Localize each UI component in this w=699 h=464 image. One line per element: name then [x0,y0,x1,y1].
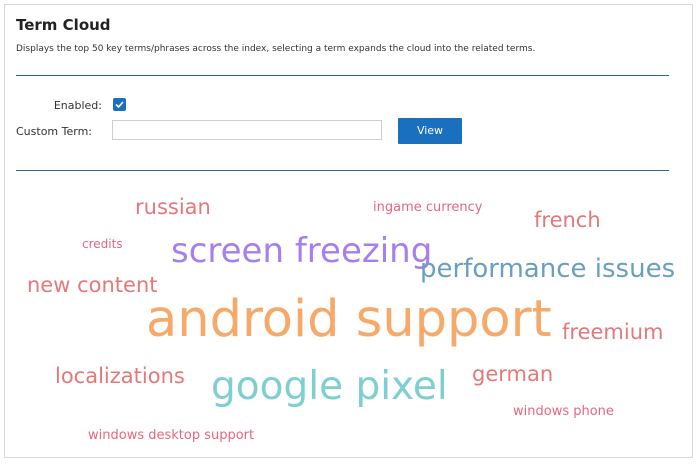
page-description: Displays the top 50 key terms/phrases ac… [16,44,536,54]
view-button[interactable]: View [398,118,462,144]
custom-term-input[interactable] [112,120,382,140]
bottom-divider [16,170,669,171]
term-ingame-currency[interactable]: ingame currency [373,201,483,214]
enabled-label: Enabled: [53,99,102,112]
custom-term-label: Custom Term: [16,125,93,138]
term-localizations[interactable]: localizations [55,366,185,387]
enabled-checkbox[interactable] [113,98,126,111]
checkmark-icon [115,101,124,109]
term-russian[interactable]: russian [135,197,211,218]
term-new-content[interactable]: new content [27,275,157,296]
term-google-pixel[interactable]: google pixel [211,367,448,406]
term-screen-freezing[interactable]: screen freezing [171,234,432,268]
term-german[interactable]: german [472,364,553,385]
page-title: Term Cloud [16,16,111,34]
term-windows-desktop-support[interactable]: windows desktop support [88,429,254,442]
term-freemium[interactable]: freemium [562,322,663,343]
term-credits[interactable]: credits [82,238,123,250]
top-divider [16,75,669,76]
term-android-support[interactable]: android support [146,294,552,345]
term-performance-issues[interactable]: performance issues [420,256,675,282]
term-french[interactable]: french [534,210,601,231]
term-windows-phone[interactable]: windows phone [513,405,614,418]
